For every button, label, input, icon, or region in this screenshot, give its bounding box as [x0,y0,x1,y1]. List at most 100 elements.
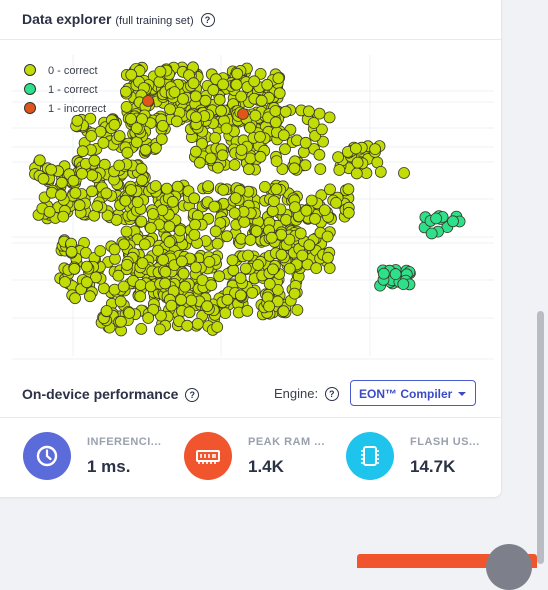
scatter-point[interactable] [43,205,56,218]
scatter-point[interactable] [291,304,304,316]
scatter-point[interactable] [123,307,136,319]
scatter-point[interactable] [397,278,410,291]
scatter-point[interactable] [120,225,133,238]
scatter-point[interactable] [244,234,257,246]
scatter-point[interactable] [125,184,137,196]
scatter-point[interactable] [57,210,70,223]
scatter-point[interactable] [235,90,248,103]
scatter-point[interactable] [221,293,234,306]
scatter-point[interactable] [263,278,276,290]
scatter-point[interactable] [228,159,241,171]
scatter-point[interactable] [313,148,326,161]
scatter-point[interactable] [300,204,313,217]
scatter-point[interactable] [88,154,101,167]
scatter-point[interactable] [389,268,402,281]
scatter-point[interactable] [314,163,327,176]
scatter-point[interactable] [209,132,222,144]
scatter-point[interactable] [217,183,230,196]
scatter-point[interactable] [269,116,282,129]
help-fab-button[interactable] [486,544,532,590]
scatter-point[interactable] [73,199,86,212]
scatter-point[interactable] [86,185,98,198]
scatter-point[interactable] [81,260,93,273]
scatter-point[interactable] [425,227,438,240]
scatter-point[interactable] [121,258,133,271]
scatter-point[interactable] [207,84,220,96]
scatter-point[interactable] [80,276,93,289]
scatter-point[interactable] [144,222,157,234]
scatter-point[interactable] [135,162,148,175]
scatter-point[interactable] [37,172,50,185]
scatter-point[interactable] [213,93,226,106]
scatter-point[interactable] [261,78,274,91]
scatter-point[interactable] [296,249,309,262]
scatter-point[interactable] [69,292,81,305]
scatter-point[interactable] [252,259,264,271]
scatter-point[interactable] [333,164,346,176]
scatter-point[interactable] [270,183,283,196]
scatter-point[interactable] [188,228,201,241]
scatter-point[interactable] [153,76,166,88]
scatter-point[interactable] [189,90,202,103]
scatter-point[interactable] [369,143,382,155]
scatter-point[interactable] [120,85,132,98]
scatter-point[interactable] [277,129,290,142]
scatter-point[interactable] [155,133,168,145]
scatter-point[interactable] [310,262,323,275]
scatter-point[interactable] [119,194,132,207]
scatter-point[interactable] [65,245,78,258]
scatter-point[interactable] [59,276,71,288]
scatter-point[interactable] [120,101,133,113]
scatter-point[interactable] [318,204,331,217]
scatter-point[interactable] [170,115,183,128]
scatter-point[interactable] [234,272,247,285]
scatter-point[interactable] [248,75,261,88]
scatter-point[interactable] [273,87,286,100]
scatter-point[interactable] [204,152,217,165]
scatter-point[interactable] [305,194,318,207]
scatter-point[interactable] [130,122,143,134]
scatter-point[interactable] [134,279,147,291]
scatter-point[interactable] [219,307,232,320]
scatter-point[interactable] [135,322,148,335]
legend-item-1-correct[interactable]: 1 - correct [24,81,106,100]
scatter-point[interactable] [349,142,362,155]
scatter-point[interactable] [139,143,152,156]
scatter-point[interactable] [321,230,334,243]
scatter-point[interactable] [136,174,148,187]
scatter-point[interactable] [231,67,244,80]
scatter-point[interactable] [190,111,202,124]
scatter-point[interactable] [330,196,343,209]
scatter-point[interactable] [228,207,241,220]
scatter-point[interactable] [135,215,148,228]
scatter-point[interactable] [258,180,271,193]
scatter-point[interactable] [208,200,221,213]
scatter-point[interactable] [235,144,248,156]
scatter-point[interactable] [86,169,98,182]
scatter-point[interactable] [294,227,307,240]
scatter-point[interactable] [121,146,134,159]
scatter-point[interactable] [138,238,151,251]
scatter-point[interactable] [193,156,206,169]
scatter-point[interactable] [131,196,144,209]
scatter-point[interactable] [254,150,267,163]
scatter-point[interactable] [237,108,249,120]
scatter-point[interactable] [283,262,296,275]
scatter-point[interactable] [171,180,184,193]
scatter-plot[interactable]: 0 - correct 1 - correct 1 - incorrect [0,40,501,360]
scatter-point[interactable] [265,231,278,244]
scatter-point[interactable] [113,130,126,142]
scatter-point[interactable] [85,130,98,142]
scatter-point[interactable] [267,195,280,208]
scatter-point[interactable] [211,161,224,174]
scatter-point[interactable] [136,257,149,270]
scatter-point[interactable] [307,117,320,129]
scatter-point[interactable] [302,105,315,118]
scatter-point[interactable] [216,149,229,162]
scatter-point[interactable] [269,105,282,117]
scatter-point[interactable] [277,305,290,318]
scatter-point[interactable] [229,192,242,205]
scatter-point[interactable] [323,111,336,124]
scatter-point[interactable] [241,304,254,317]
scatter-point[interactable] [165,299,178,312]
